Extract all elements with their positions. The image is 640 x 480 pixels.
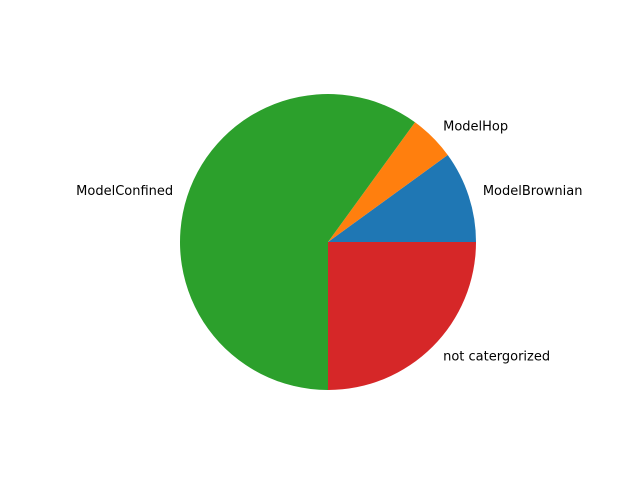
pie-label-modelhop: ModelHop xyxy=(443,119,508,134)
pie-label-modelconfined: ModelConfined xyxy=(76,184,173,199)
pie-slice-not-catergorized xyxy=(328,242,476,390)
pie-chart: ModelBrownian ModelHop ModelConfined not ca… xyxy=(76,94,583,390)
pie-label-not-catergorized: not catergorized xyxy=(443,350,550,365)
pie-slices xyxy=(179,94,476,390)
pie-label-modelbrownian: ModelBrownian xyxy=(483,184,583,199)
